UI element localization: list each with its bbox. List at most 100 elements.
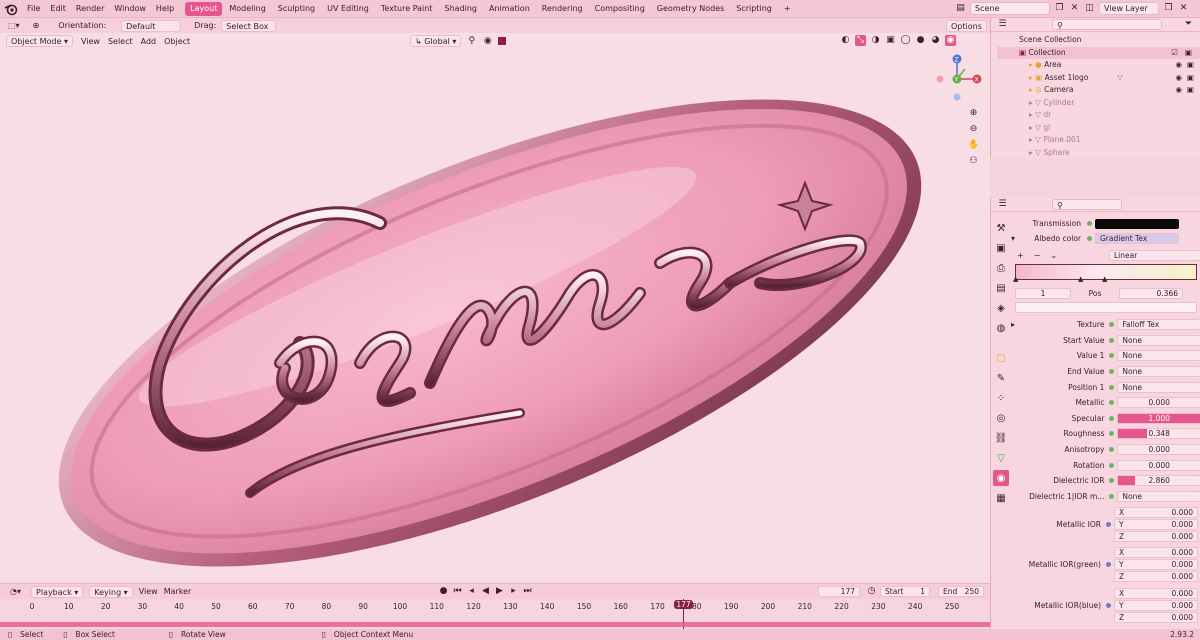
outliner-item-area[interactable]: ▸ ● Area ◉ ▣	[997, 59, 1200, 72]
jump-end-icon[interactable]: ⏭	[522, 586, 533, 597]
tab-shading[interactable]: Shading	[439, 2, 482, 16]
outliner-search-input[interactable]: ⚲	[1052, 19, 1162, 30]
outliner-item-gl[interactable]: ▸ ▽ gl	[997, 122, 1200, 135]
vector-z-field[interactable]: Z 0.000	[1114, 530, 1198, 542]
ramp-color-swatch[interactable]	[1015, 302, 1197, 313]
pan-hand-icon[interactable]: ✋	[968, 140, 979, 151]
view-layer-tab-icon[interactable]: ▤	[993, 280, 1009, 296]
particles-tab-icon[interactable]: ⁘	[993, 390, 1009, 406]
property-value-field[interactable]: None	[1117, 381, 1200, 393]
vector-x-field[interactable]: X 0.000	[1114, 587, 1198, 599]
albedo-value[interactable]: Gradient Tex	[1095, 233, 1179, 244]
render-icon[interactable]: ▣	[1187, 59, 1194, 72]
copy-icon[interactable]: ❐	[1054, 3, 1065, 14]
navigation-gizmo[interactable]: Z X Y	[932, 51, 982, 101]
timeline[interactable]: 0 10 20 30 40 50 60 70 80 90 100 110 120 130 140 150 160…	[0, 599, 990, 629]
keying-menu[interactable]: Keying ▾	[89, 585, 133, 598]
timeline-view-menu[interactable]: View	[139, 587, 158, 596]
property-value-field[interactable]: 0.000	[1117, 444, 1200, 456]
outliner-item-sphere[interactable]: ▸ ▽ Sphere	[997, 147, 1200, 160]
menu-file[interactable]: File	[22, 0, 45, 18]
add-stop-button[interactable]: +	[1017, 251, 1024, 260]
playback-menu[interactable]: Playback ▾	[31, 585, 84, 598]
vector-z-field[interactable]: Z 0.000	[1114, 611, 1198, 623]
vector-y-field[interactable]: Y 0.000	[1114, 518, 1198, 530]
orientation-dropdown[interactable]: Default	[121, 19, 182, 32]
world-tab-icon[interactable]: ◍	[993, 320, 1009, 336]
ramp-index-field[interactable]: 1	[1015, 287, 1071, 299]
close-icon[interactable]: ✕	[1069, 3, 1080, 14]
outliner-item-dr[interactable]: ▸ ▽ dr	[997, 109, 1200, 122]
start-frame-field[interactable]: Start 1	[880, 586, 930, 597]
property-value-field[interactable]: 0.000	[1117, 397, 1200, 409]
tab-geometry-nodes[interactable]: Geometry Nodes	[652, 2, 729, 16]
camera-view-icon[interactable]: ⚇	[968, 156, 979, 167]
property-value-field[interactable]: 0.348	[1117, 428, 1200, 440]
add-workspace-button[interactable]: +	[779, 2, 796, 16]
render-icon[interactable]: ▣	[1187, 72, 1194, 85]
remove-stop-button[interactable]: −	[1034, 251, 1041, 260]
options-button[interactable]: Options	[946, 20, 987, 32]
outliner-item-asset[interactable]: ▸ ▣ Asset 1logo ▽ ◉ ▣	[997, 72, 1200, 85]
tab-layout[interactable]: Layout	[185, 1, 223, 16]
tab-modeling[interactable]: Modeling	[224, 2, 270, 16]
color-ramp[interactable]: ▲ ▲ ▲	[1013, 264, 1197, 283]
editor-type-icon[interactable]: ☰	[997, 199, 1008, 210]
property-value-field[interactable]: 1.000	[1117, 412, 1200, 424]
render-tab-icon[interactable]: ▣	[993, 240, 1009, 256]
record-icon[interactable]: ●	[438, 586, 449, 597]
editor-type-icon[interactable]: ☰	[997, 19, 1008, 30]
checkbox-icon[interactable]: ☑	[1171, 47, 1178, 60]
interpolation-dropdown[interactable]: Linear	[1109, 249, 1200, 261]
tab-compositing[interactable]: Compositing	[590, 2, 650, 16]
render-icon[interactable]: ▣	[1187, 84, 1194, 97]
play-icon[interactable]: ▶	[494, 586, 505, 597]
vector-x-field[interactable]: X 0.000	[1114, 506, 1198, 518]
zoom-in-icon[interactable]: ⊕	[968, 108, 979, 119]
expand-icon[interactable]: ▸	[1011, 320, 1021, 329]
next-key-icon[interactable]: ▸	[508, 586, 519, 597]
tab-texture-paint[interactable]: Texture Paint	[376, 2, 438, 16]
outliner-item-plane[interactable]: ▸ ▽ Plane.001	[997, 134, 1200, 147]
tab-sculpting[interactable]: Sculpting	[273, 2, 320, 16]
eye-icon[interactable]: ◉	[1175, 72, 1182, 85]
property-value-field[interactable]: Falloff Tex	[1117, 319, 1200, 331]
camera-icon[interactable]: ▣	[1185, 47, 1192, 60]
close-icon[interactable]: ✕	[1178, 3, 1189, 14]
texture-tab-icon[interactable]: ▦	[993, 490, 1009, 506]
vector-x-field[interactable]: X 0.000	[1114, 547, 1198, 559]
ramp-stop-icon[interactable]: ▲	[1078, 275, 1083, 283]
property-value-field[interactable]: None	[1117, 366, 1200, 378]
material-tab-icon[interactable]: ◉	[993, 470, 1009, 486]
transform-pivot-icon[interactable]: ⊕	[29, 20, 44, 32]
current-frame-field[interactable]: 177	[818, 586, 860, 597]
tab-rendering[interactable]: Rendering	[537, 2, 588, 16]
menu-edit[interactable]: Edit	[45, 0, 71, 18]
end-frame-field[interactable]: End 250	[938, 586, 984, 597]
drag-dropdown[interactable]: Select Box	[221, 19, 277, 32]
clock-icon[interactable]: ◷	[866, 586, 877, 597]
ramp-stop-icon[interactable]: ▲	[1102, 275, 1107, 283]
vector-y-field[interactable]: Y 0.000	[1114, 559, 1198, 571]
prev-key-icon[interactable]: ◂	[466, 586, 477, 597]
tab-uv-editing[interactable]: UV Editing	[322, 2, 374, 16]
property-value-field[interactable]: 0.000	[1117, 459, 1200, 471]
property-value-field[interactable]: None	[1117, 490, 1200, 502]
tool-tab-icon[interactable]: ⚒	[993, 220, 1009, 236]
property-value-field[interactable]: None	[1117, 350, 1200, 362]
tab-scripting[interactable]: Scripting	[731, 2, 777, 16]
scene-tab-icon[interactable]: ◈	[993, 300, 1009, 316]
marker-menu[interactable]: Marker	[164, 587, 192, 596]
scene-field[interactable]: Scene	[970, 2, 1050, 15]
3d-viewport[interactable]: Object Mode ▾ View Select Add Object ↳ G…	[0, 33, 990, 583]
output-tab-icon[interactable]: ⎙	[993, 260, 1009, 276]
vector-z-field[interactable]: Z 0.000	[1114, 571, 1198, 583]
menu-render[interactable]: Render	[71, 0, 109, 18]
pos-field[interactable]: 0.366	[1119, 287, 1183, 299]
zoom-icon[interactable]: ⊖	[968, 124, 979, 135]
physics-tab-icon[interactable]: ◎	[993, 410, 1009, 426]
axis-gizmo-icon[interactable]: Z X Y	[932, 51, 982, 101]
properties-search-input[interactable]: ⚲	[1052, 199, 1122, 210]
blender-logo-icon[interactable]	[4, 2, 18, 16]
filter-icon[interactable]: ⏷	[1183, 19, 1194, 30]
